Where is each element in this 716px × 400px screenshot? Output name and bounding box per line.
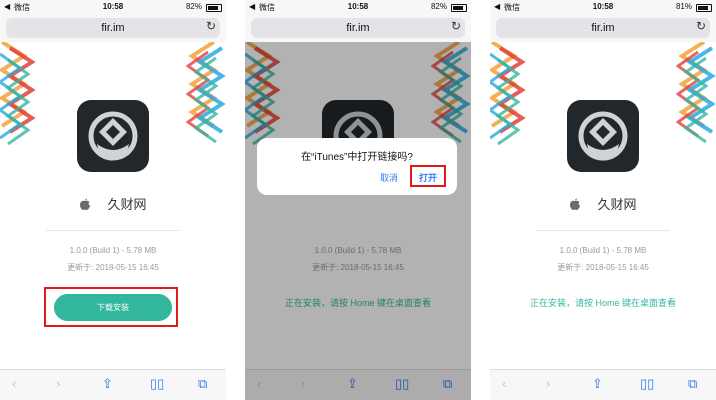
page-content: 久财网 1.0.0 (Build 1) - 5.78 MB 更新于: 2018-…	[0, 42, 226, 370]
app-icon	[77, 100, 149, 172]
battery-percent: 82%	[430, 2, 447, 11]
address-bar: fir.im ↻	[490, 14, 716, 42]
forward-arrow-icon[interactable]: ›	[56, 376, 60, 391]
app-name-row: 久财网	[0, 194, 226, 213]
bookmarks-icon[interactable]: ▯▯	[150, 376, 164, 392]
version-info: 1.0.0 (Build 1) - 5.78 MB	[559, 246, 647, 255]
bookmarks-icon[interactable]: ▯▯	[640, 376, 654, 392]
screen-installing: ◀ 微信 10:58 81% fir.im ↻ 久财网 1.0.0 (Build…	[490, 0, 716, 400]
divider	[536, 230, 670, 231]
app-name-row: 久财网	[490, 194, 716, 213]
divider	[46, 230, 180, 231]
reload-icon[interactable]: ↻	[451, 19, 461, 33]
safari-toolbar: ‹ › ⇪ ▯▯ ⧉	[490, 369, 716, 400]
reload-icon[interactable]: ↻	[206, 19, 216, 33]
share-icon[interactable]: ⇪	[592, 376, 603, 392]
battery-icon	[696, 4, 712, 12]
app-name: 久财网	[107, 197, 147, 212]
left-zigzag-decoration	[0, 42, 34, 146]
screen-download: ◀ 微信 10:58 82% fir.im ↻ 久财网 1.0.0 (Build…	[0, 0, 226, 400]
battery-icon	[451, 4, 467, 12]
forward-arrow-icon[interactable]: ›	[546, 376, 550, 391]
app-icon	[567, 100, 639, 172]
open-in-itunes-dialog: 在“iTunes”中打开链接吗? 取消 打开	[257, 138, 457, 195]
updated-info: 更新于: 2018-05-15 16:45	[557, 263, 649, 272]
left-zigzag-decoration	[490, 42, 524, 146]
tabs-icon[interactable]: ⧉	[688, 376, 697, 392]
page-content: 久财网 1.0.0 (Build 1) - 5.78 MB 更新于: 2018-…	[490, 42, 716, 370]
screen-itunes-dialog: ◀ 微信 10:58 82% fir.im ↻ 1.0.0 (Build 1) …	[245, 0, 471, 400]
app-name: 久财网	[597, 197, 637, 212]
reload-icon[interactable]: ↻	[696, 19, 706, 33]
battery-percent: 81%	[675, 2, 692, 11]
apple-logo-icon	[80, 198, 91, 210]
tabs-icon[interactable]: ⧉	[198, 376, 207, 392]
url-field[interactable]: fir.im	[251, 18, 465, 38]
dialog-title: 在“iTunes”中打开链接吗?	[301, 152, 413, 163]
share-icon[interactable]: ⇪	[102, 376, 113, 392]
url-text: fir.im	[591, 22, 615, 34]
address-bar: fir.im ↻	[245, 14, 471, 42]
back-arrow-icon[interactable]: ‹	[12, 376, 16, 391]
status-bar: ◀ 微信 10:58 82%	[0, 0, 226, 14]
download-install-button[interactable]: 下载安装	[54, 294, 172, 321]
right-zigzag-decoration	[676, 42, 714, 144]
right-zigzag-decoration	[186, 42, 224, 144]
updated-info: 更新于: 2018-05-15 16:45	[67, 263, 159, 272]
cancel-button[interactable]: 取消	[380, 171, 398, 184]
url-text: fir.im	[101, 22, 125, 34]
address-bar: fir.im ↻	[0, 14, 226, 42]
status-bar: ◀ 微信 10:58 81%	[490, 0, 716, 14]
version-info: 1.0.0 (Build 1) - 5.78 MB	[69, 246, 157, 255]
url-field[interactable]: fir.im	[6, 18, 220, 38]
url-text: fir.im	[346, 22, 370, 34]
battery-percent: 82%	[185, 2, 202, 11]
battery-icon	[206, 4, 222, 12]
url-field[interactable]: fir.im	[496, 18, 710, 38]
back-arrow-icon[interactable]: ‹	[502, 376, 506, 391]
safari-toolbar: ‹ › ⇪ ▯▯ ⧉	[0, 369, 226, 400]
apple-logo-icon	[570, 198, 581, 210]
modal-dim-overlay	[245, 42, 471, 400]
highlight-box	[410, 165, 446, 187]
status-bar: ◀ 微信 10:58 82%	[245, 0, 471, 14]
installing-message: 正在安装，请按 Home 键在桌面查看	[529, 298, 676, 308]
